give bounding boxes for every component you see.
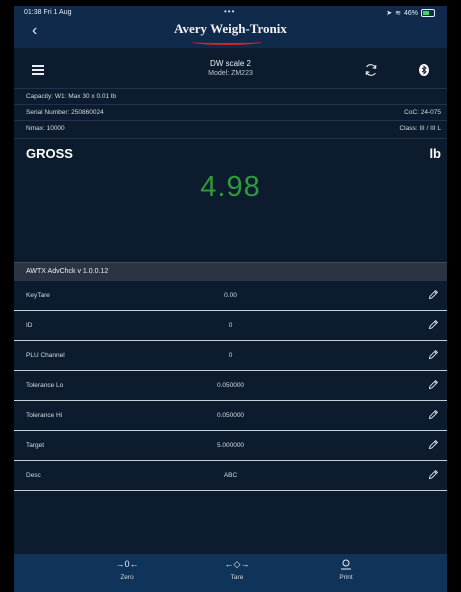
pencil-icon[interactable] — [428, 409, 439, 420]
info-row-nmax: Nmax: 10000 Class: III / III L — [14, 120, 447, 139]
coc-text: CoC: 24-075 — [404, 109, 441, 116]
pencil-icon[interactable] — [428, 289, 439, 300]
print-button[interactable]: Print — [316, 558, 376, 581]
class-text: Class: III / III L — [399, 125, 441, 132]
location-icon: ➤ — [386, 10, 393, 17]
scale-model: Model: ZM223 — [208, 70, 253, 77]
weight-unit: lb — [429, 146, 441, 161]
param-row-tolerance-hi[interactable]: Tolerance Hi 0.050000 — [14, 401, 447, 431]
serial-number-text: Serial Number: 250860024 — [26, 109, 104, 116]
logo-swoosh — [192, 39, 262, 45]
app-title-bar: AWTX AdvChck v 1.0.0.12 — [14, 262, 447, 281]
scale-name: DW scale 2 — [210, 59, 251, 68]
param-row-target[interactable]: Target 5.000000 — [14, 431, 447, 461]
pencil-icon[interactable] — [428, 319, 439, 330]
param-row-tolerance-lo[interactable]: Tolerance Lo 0.050000 — [14, 371, 447, 401]
pencil-icon[interactable] — [428, 379, 439, 390]
wifi-icon: ≋ — [395, 10, 401, 17]
bluetooth-icon[interactable] — [419, 64, 429, 76]
param-row-plu-channel[interactable]: PLU Channel 0 — [14, 341, 447, 371]
battery-icon — [421, 9, 435, 17]
refresh-icon[interactable] — [364, 63, 378, 77]
parameter-list: KeyTare 0.00 ID 0 PLU Channel 0 Toleranc… — [14, 281, 447, 491]
capacity-text: Capacity: W1: Max 30 x 0.01 lb — [26, 93, 116, 100]
param-value: ABC — [223, 472, 238, 479]
param-row-id[interactable]: ID 0 — [14, 311, 447, 341]
tare-icon: ←◇→ — [224, 559, 250, 569]
bottom-toolbar: →0← Zero ←◇→ Tare Print — [14, 554, 447, 592]
pencil-icon[interactable] — [428, 439, 439, 450]
param-value: 0.00 — [224, 292, 237, 299]
param-value: 5.000000 — [216, 442, 245, 449]
pencil-icon[interactable] — [428, 349, 439, 360]
top-bar: 01:38 Fri 1 Aug ••• ➤ ≋ 46% ‹ Avery Weig… — [14, 6, 447, 48]
print-label: Print — [339, 574, 353, 581]
param-value: 0 — [228, 352, 233, 359]
print-icon — [316, 558, 376, 570]
param-row-keytare[interactable]: KeyTare 0.00 — [14, 281, 447, 311]
brand-logo: Avery Weigh-Tronix — [174, 21, 287, 36]
nmax-text: Nmax: 10000 — [26, 125, 65, 132]
app-window: 01:38 Fri 1 Aug ••• ➤ ≋ 46% ‹ Avery Weig… — [14, 6, 447, 592]
zero-button[interactable]: →0← Zero — [97, 558, 157, 581]
param-value: 0.050000 — [216, 412, 245, 419]
param-row-desc[interactable]: Desc ABC — [14, 461, 447, 491]
weight-value: 4.98 — [200, 171, 261, 203]
scale-header: DW scale 2 Model: ZM223 — [14, 48, 447, 88]
status-time: 01:38 Fri 1 Aug — [24, 9, 72, 16]
zero-icon: →0← — [115, 559, 139, 569]
param-value: 0.050000 — [216, 382, 245, 389]
param-value: 0 — [228, 322, 233, 329]
status-indicators: ➤ ≋ 46% — [386, 9, 435, 17]
tare-button[interactable]: ←◇→ Tare — [207, 558, 267, 581]
info-row-capacity: Capacity: W1: Max 30 x 0.01 lb — [14, 88, 447, 105]
app-title: AWTX AdvChck v 1.0.0.12 — [26, 268, 109, 275]
weight-display: GROSS lb 4.98 — [14, 138, 447, 263]
battery-percent: 46% — [403, 9, 418, 17]
tare-label: Tare — [230, 574, 244, 581]
zero-label: Zero — [120, 574, 134, 581]
pencil-icon[interactable] — [428, 469, 439, 480]
multitask-dots[interactable]: ••• — [224, 7, 235, 16]
info-row-serial: Serial Number: 250860024 CoC: 24-075 — [14, 104, 447, 121]
weight-mode: GROSS — [26, 146, 73, 161]
